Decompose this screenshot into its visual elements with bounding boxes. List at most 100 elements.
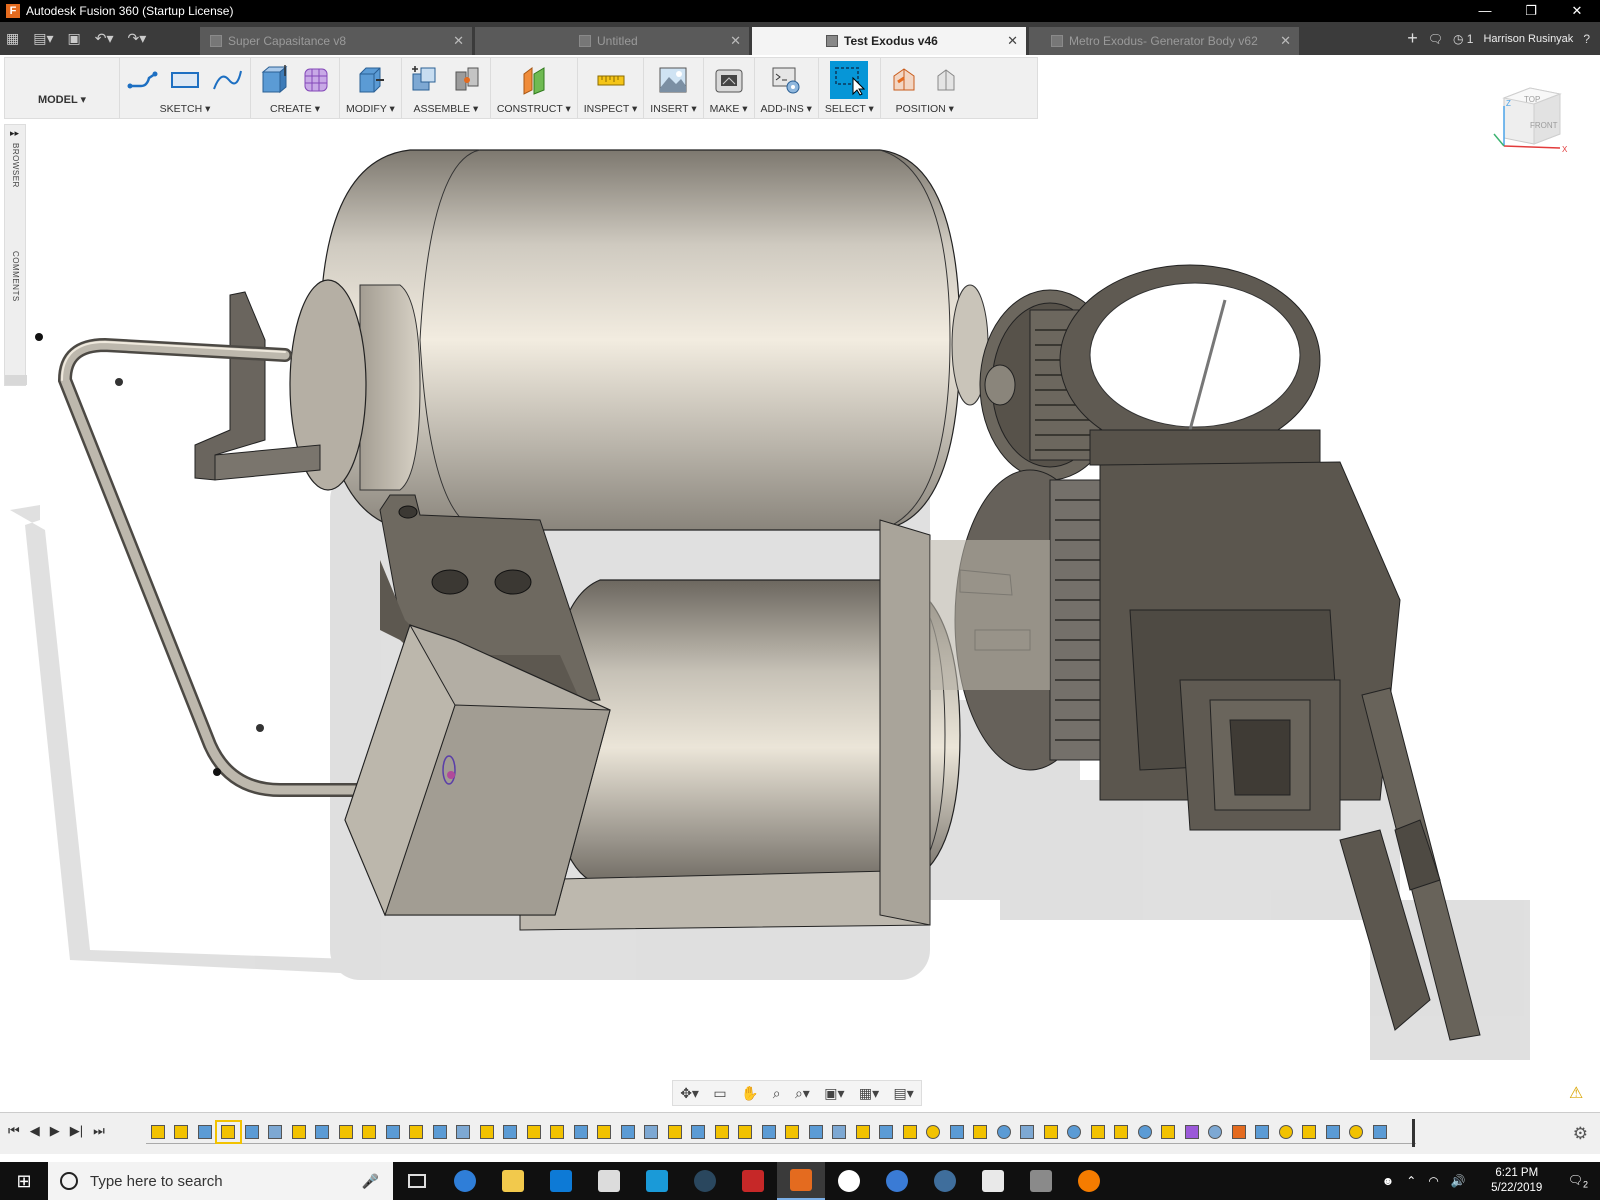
action-center-icon[interactable]: 🗨2 [1568,1173,1588,1189]
ring-housing[interactable] [1059,264,1321,466]
add-ins-group[interactable]: ADD-INS ▾ [755,58,819,118]
timeline-feature-icon[interactable] [475,1122,499,1142]
mail-icon[interactable] [585,1162,633,1200]
timeline-feature-icon[interactable] [214,1120,242,1144]
notifications-icon[interactable]: 🗨 [1428,32,1443,46]
help-icon[interactable]: ? [1583,32,1590,46]
timeline-feature-icon[interactable] [640,1122,664,1142]
close-button[interactable]: ✕ [1554,0,1600,22]
document-tab-active[interactable]: Test Exodus v46 ✕ [752,27,1026,55]
measure-icon[interactable] [594,63,628,97]
make-menu[interactable]: MAKE ▾ [710,103,748,115]
timeline-feature-icon[interactable] [828,1122,852,1142]
microsoft-store-icon[interactable] [537,1162,585,1200]
timeline-feature-icon[interactable] [734,1122,758,1142]
new-tab-button[interactable]: + [1407,28,1418,49]
insert-group[interactable]: INSERT ▾ [644,58,704,118]
timeline-feature-icon[interactable] [804,1122,828,1142]
sketch-point[interactable] [35,333,43,341]
modify-group[interactable]: MODIFY ▾ [340,58,402,118]
timeline-feature-icon[interactable] [405,1122,429,1142]
timeline-feature-icon[interactable] [358,1122,382,1142]
tab-close-icon[interactable]: ✕ [1007,33,1018,49]
restore-button[interactable]: ❐ [1508,0,1554,22]
timeline-settings-gear-icon[interactable]: ⚙ [1573,1124,1588,1144]
insert-menu[interactable]: INSERT ▾ [650,103,696,115]
sketch-point[interactable] [213,768,221,776]
model-render[interactable] [0,120,1600,1080]
modify-menu[interactable]: MODIFY ▾ [346,103,395,115]
people-icon[interactable]: ☻ [1382,1174,1395,1188]
select-group[interactable]: SELECT ▾ [819,58,881,118]
spline-icon[interactable] [210,63,244,97]
timeline-feature-icon[interactable] [334,1122,358,1142]
file-explorer-icon[interactable] [489,1162,537,1200]
offset-plane-icon[interactable] [517,63,551,97]
timeline-feature-icon[interactable] [1345,1122,1369,1142]
select-menu[interactable]: SELECT ▾ [825,103,874,115]
position-group[interactable]: POSITION ▾ [881,58,969,118]
zoom-icon[interactable]: ⌕ [773,1085,781,1102]
timeline-feature-icon[interactable] [1063,1122,1087,1142]
document-tab[interactable]: Super Capasitance v8 ✕ [200,27,472,55]
edge-browser-icon[interactable] [441,1162,489,1200]
rectangle-icon[interactable] [168,63,202,97]
create-group[interactable]: CREATE ▾ [251,58,340,118]
fusion-360-taskbar-icon[interactable] [777,1162,825,1200]
construct-menu[interactable]: CONSTRUCT ▾ [497,103,571,115]
g-app-icon[interactable] [1065,1162,1113,1200]
extrude-icon[interactable] [257,63,291,97]
timeline-feature-icon[interactable] [1039,1122,1063,1142]
timeline-feature-icon[interactable] [522,1122,546,1142]
sketch-group[interactable]: SKETCH ▾ [120,58,251,118]
workspace-switcher[interactable]: MODEL ▾ [5,58,120,118]
timeline-feature-icon[interactable] [687,1122,711,1142]
volume-icon[interactable]: 🔊 [1451,1174,1466,1188]
save-icon[interactable]: ▣ [68,30,81,47]
timeline-feature-icon[interactable] [452,1122,476,1142]
system-clock[interactable]: 6:21 PM 5/22/2019 [1478,1166,1556,1196]
timeline-feature-icon[interactable] [569,1122,593,1142]
timeline-feature-icon[interactable] [1274,1122,1298,1142]
wifi-icon[interactable]: ◠ [1428,1174,1438,1188]
press-pull-icon[interactable] [353,63,387,97]
timeline-feature-icon[interactable] [1368,1122,1392,1142]
steam-icon[interactable] [681,1162,729,1200]
sketch-point[interactable] [256,724,264,732]
calculator-icon[interactable] [1017,1162,1065,1200]
timeline-feature-icon[interactable] [1251,1122,1275,1142]
position-menu[interactable]: POSITION ▾ [896,103,954,115]
motor-housing-box[interactable] [1099,461,1401,831]
blue-app-icon[interactable] [873,1162,921,1200]
go-to-start-icon[interactable]: ⏮ [8,1123,20,1139]
sketch-menu[interactable]: SKETCH ▾ [160,103,211,115]
large-cylinder-body[interactable] [289,149,989,531]
tab-close-icon[interactable]: ✕ [453,33,464,49]
joint-icon[interactable] [450,63,484,97]
timeline-feature-icon[interactable] [311,1122,335,1142]
warning-icon[interactable]: ⚠ [1569,1083,1583,1103]
cura-app-icon[interactable] [633,1162,681,1200]
timeline-feature-icon[interactable] [992,1122,1016,1142]
steam-alt-icon[interactable] [921,1162,969,1200]
job-status-icon[interactable]: ◷ 1 [1453,32,1474,46]
tab-close-icon[interactable]: ✕ [1280,33,1291,49]
timeline-feature-icon[interactable] [264,1122,288,1142]
orbit-icon[interactable]: ✥▾ [680,1085,699,1102]
timeline-marker[interactable] [1412,1119,1415,1147]
timeline-feature-icon[interactable] [781,1122,805,1142]
insert-image-icon[interactable] [656,63,690,97]
shield-app-icon[interactable] [729,1162,777,1200]
timeline-feature-icon[interactable] [969,1122,993,1142]
pan-hand-icon[interactable]: ✋ [741,1085,758,1102]
timeline-feature-icon[interactable] [193,1122,217,1142]
graph-app-icon[interactable] [969,1162,1017,1200]
show-hidden-icons[interactable]: ⌃ [1406,1174,1416,1188]
timeline-feature-icon[interactable] [170,1122,194,1142]
timeline-feature-icon[interactable] [851,1122,875,1142]
assemble-menu[interactable]: ASSEMBLE ▾ [413,103,478,115]
timeline-feature-track[interactable] [146,1120,1416,1144]
line-icon[interactable] [126,63,160,97]
timeline-feature-icon[interactable] [287,1122,311,1142]
timeline-feature-icon[interactable] [1180,1122,1204,1142]
